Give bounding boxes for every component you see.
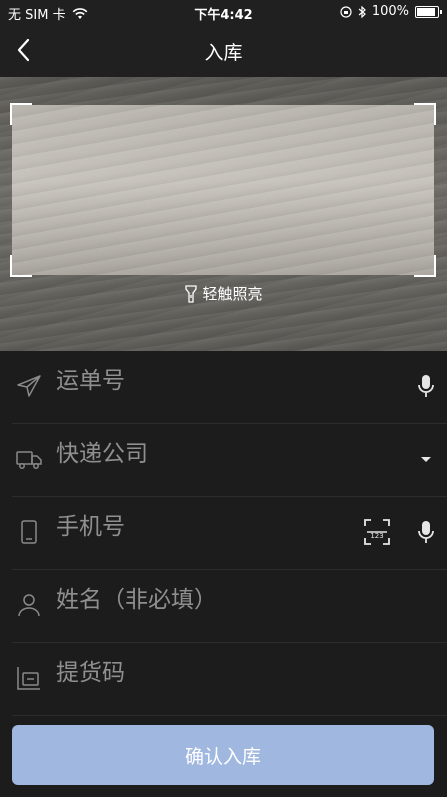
status-bar: 无 SIM 卡 下午4:42 100% (0, 0, 447, 24)
scan-corner (10, 255, 32, 277)
status-right: 100% (340, 4, 442, 19)
paper-plane-icon (17, 375, 41, 397)
microphone-icon[interactable] (415, 519, 437, 545)
scanner-camera-view: 轻触照亮 (0, 77, 447, 351)
scan-frame (10, 103, 436, 277)
svg-text:123: 123 (370, 532, 383, 540)
navigation-bar: 入库 (0, 24, 447, 77)
pickup-code-input[interactable] (54, 659, 358, 687)
scan-corner (10, 103, 32, 125)
pickup-locker-icon (17, 667, 40, 690)
flashlight-icon (185, 284, 198, 303)
person-icon (18, 594, 40, 617)
microphone-icon[interactable] (415, 373, 437, 399)
name-input[interactable] (54, 586, 358, 614)
page-title: 入库 (204, 42, 243, 64)
dropdown-arrow-icon[interactable] (415, 446, 437, 472)
courier-select[interactable] (54, 440, 358, 468)
pickup-code-row (12, 643, 447, 716)
battery-icon (415, 5, 442, 18)
torch-label: 轻触照亮 (202, 285, 263, 303)
courier-row[interactable] (12, 424, 447, 497)
torch-button[interactable]: 轻触照亮 (0, 283, 447, 304)
scan-number-icon[interactable]: 123 (363, 518, 391, 546)
truck-icon (16, 451, 42, 469)
waybill-row (12, 351, 447, 424)
confirm-inbound-button[interactable]: 确认入库 (12, 725, 434, 785)
battery-percent: 100% (371, 4, 409, 19)
inbound-form: 123 (0, 351, 447, 716)
scan-corner (414, 103, 436, 125)
scan-corner (414, 255, 436, 277)
phone-row: 123 (12, 497, 447, 570)
mobile-phone-icon (21, 520, 37, 544)
name-row (12, 570, 447, 643)
orientation-lock-icon (340, 5, 352, 18)
phone-input[interactable] (54, 513, 358, 541)
bluetooth-icon (358, 5, 366, 18)
waybill-input[interactable] (54, 367, 358, 395)
